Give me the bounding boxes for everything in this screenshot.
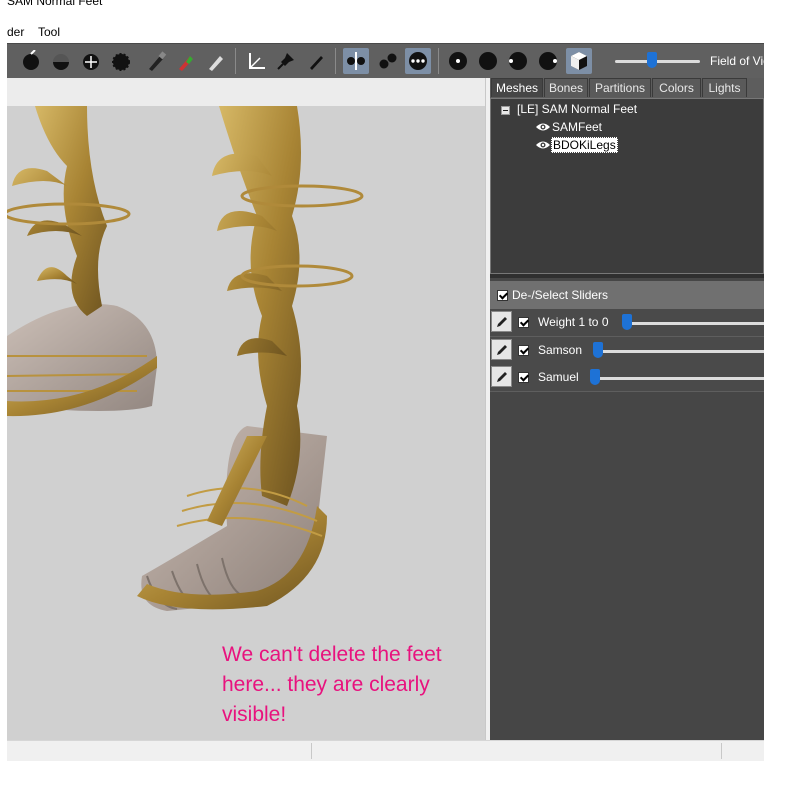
brush-inflate-icon[interactable] [18, 48, 44, 74]
menu-bar: der Tool [0, 22, 791, 42]
slider-checkbox[interactable] [518, 372, 529, 383]
edit-slider-button[interactable] [491, 339, 512, 360]
tree-item-samfeet[interactable]: SAMFeet [552, 118, 602, 136]
3d-viewport[interactable]: We can't delete the feet here... they ar… [7, 106, 485, 740]
slider-label: Samson [538, 343, 583, 357]
tab-partitions[interactable]: Partitions [589, 78, 651, 97]
texture-icon[interactable] [535, 48, 561, 74]
tree-root[interactable]: [LE] SAM Normal Feet [517, 100, 637, 118]
fov-slider-track[interactable] [615, 60, 700, 63]
sliders-header: De-/Select Sliders [490, 281, 764, 309]
menu-tool[interactable]: Tool [38, 25, 60, 39]
toolbar: Field of View [7, 43, 764, 78]
transform-icon[interactable] [243, 48, 269, 74]
tree-collapse-icon[interactable] [501, 106, 510, 115]
symmetry-x-icon[interactable] [343, 48, 369, 74]
slider-thumb[interactable] [622, 314, 632, 330]
pencil-icon [496, 316, 507, 327]
pencil-icon [496, 344, 507, 355]
pencil-icon [496, 371, 507, 382]
brush-smooth-icon[interactable] [108, 48, 134, 74]
edit-slider-button[interactable] [491, 366, 512, 387]
select-all-sliders-checkbox[interactable] [497, 290, 508, 301]
slider-label: Samuel [538, 370, 579, 384]
pivot-pin-icon[interactable] [273, 48, 299, 74]
brush-size-small-icon[interactable] [445, 48, 471, 74]
menu-render[interactable]: der [7, 25, 24, 39]
slider-row: Samuel [490, 364, 764, 392]
tab-colors[interactable]: Colors [652, 78, 701, 97]
slider-thumb[interactable] [590, 369, 600, 385]
sliders-header-label: De-/Select Sliders [512, 288, 609, 302]
wireframe-icon[interactable] [505, 48, 531, 74]
panel-tabs: Meshes Bones Partitions Colors Lights [490, 78, 764, 98]
tab-meshes[interactable]: Meshes [491, 78, 543, 97]
panel-divider [490, 274, 764, 278]
slider-track[interactable] [594, 350, 764, 353]
vertex-edit-icon[interactable] [303, 48, 329, 74]
selected-mesh-label[interactable]: BDOKiLegs [551, 137, 618, 153]
color-brush-icon[interactable] [173, 48, 199, 74]
brush-move-icon[interactable] [78, 48, 104, 74]
right-panel: Meshes Bones Partitions Colors Lights [L… [490, 78, 764, 740]
eye-icon[interactable] [535, 140, 551, 150]
edit-slider-button[interactable] [491, 311, 512, 332]
slider-checkbox[interactable] [518, 345, 529, 356]
fov-slider-thumb[interactable] [647, 52, 657, 68]
shading-icon[interactable] [475, 48, 501, 74]
mesh-tree[interactable]: [LE] SAM Normal Feet SAMFeet BDOKiLegs [490, 98, 764, 274]
window-title: SAM Normal Feet [7, 0, 103, 8]
tab-bones[interactable]: Bones [544, 78, 588, 97]
annotation-text: We can't delete the feet here... they ar… [222, 643, 442, 726]
fov-label: Field of View [710, 54, 764, 68]
brush-deflate-icon[interactable] [48, 48, 74, 74]
slider-label: Weight 1 to 0 [538, 315, 609, 329]
eye-icon[interactable] [535, 122, 551, 132]
slider-track[interactable] [591, 377, 764, 380]
status-separator [311, 743, 312, 759]
slider-track[interactable] [623, 322, 764, 325]
toolbar-separator [335, 48, 336, 74]
slider-row: Samson [490, 337, 764, 365]
symmetry-y-icon[interactable] [375, 48, 401, 74]
slider-checkbox[interactable] [518, 317, 529, 328]
slider-row: Weight 1 to 0 [490, 309, 764, 337]
status-separator [721, 743, 722, 759]
toolbar-separator [438, 48, 439, 74]
view-cube-icon[interactable] [566, 48, 592, 74]
slider-thumb[interactable] [593, 342, 603, 358]
viewport-top-strip [7, 78, 488, 106]
alpha-brush-icon[interactable] [203, 48, 229, 74]
tab-lights[interactable]: Lights [702, 78, 747, 97]
tree-item-bdokilegs[interactable]: BDOKiLegs [551, 136, 618, 154]
status-bar [7, 740, 764, 761]
toolbar-separator [235, 48, 236, 74]
symmetry-z-icon[interactable] [405, 48, 431, 74]
mask-brush-icon[interactable] [143, 48, 169, 74]
